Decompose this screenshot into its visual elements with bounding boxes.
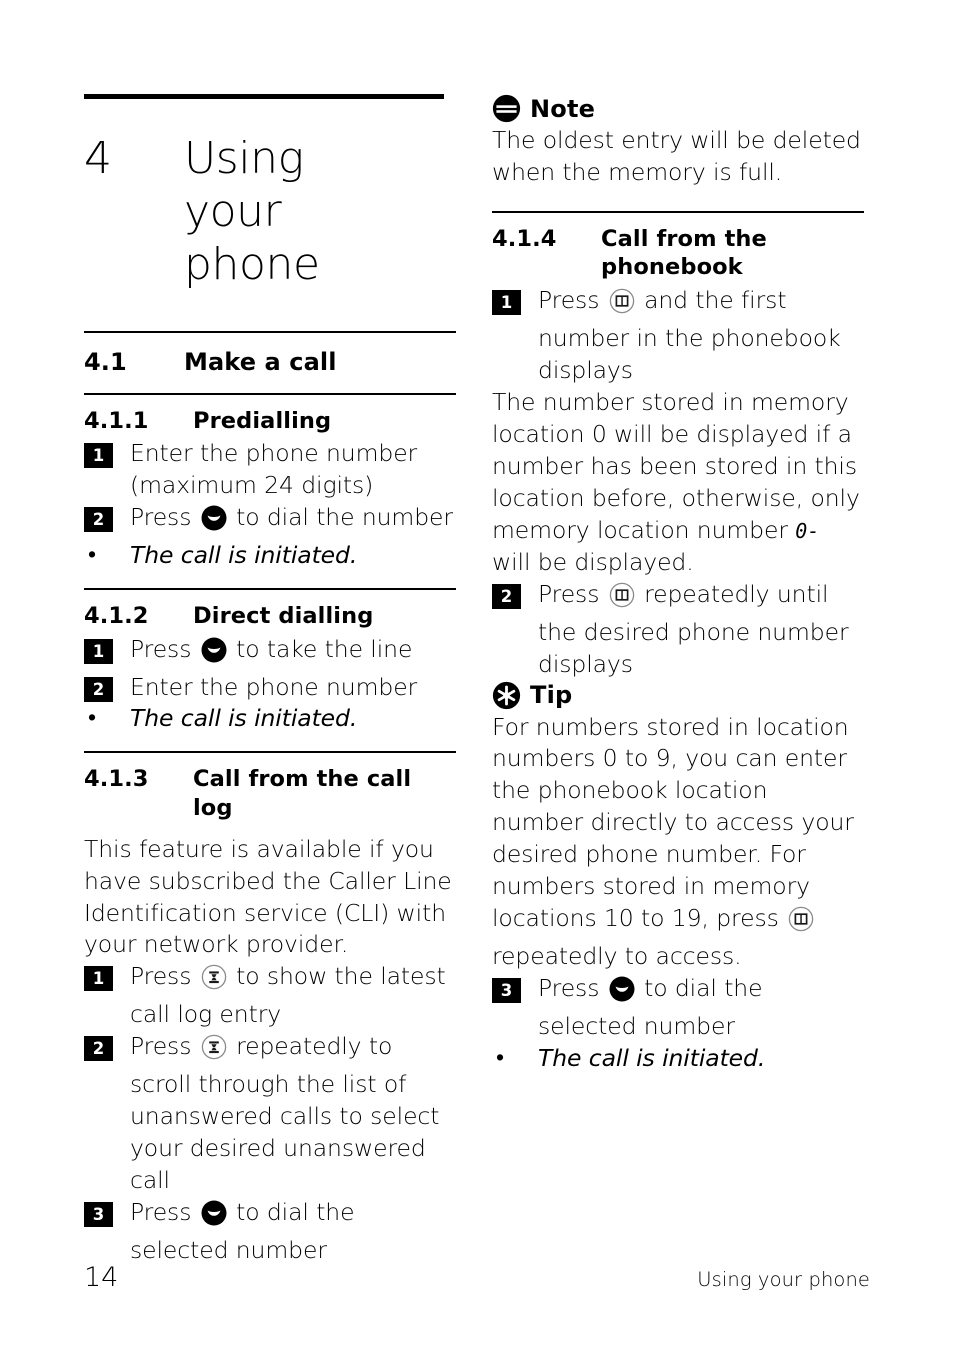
phonebook-key-icon [609,288,635,323]
phonebook-key-icon [609,582,635,617]
bullet-dot: • [88,705,96,732]
step-text-before: Press [538,286,607,315]
bullet-text: The call is initiated. [130,541,358,570]
memory-location-paragraph: The number stored in memory location 0 w… [492,387,864,579]
step-text: Press to dial the selected number [130,1197,456,1267]
note-icon [492,94,521,123]
section-title-4-1-1: Predialling [193,407,332,434]
bullet-item: • The call is initiated. [84,703,456,735]
step-text: Press to dial the number [130,502,456,540]
step-text: Enter the phone number [130,672,418,701]
tip-icon [492,681,521,710]
step-badge: 2 [84,676,113,702]
bullet-dot: • [88,542,96,569]
step-text-before: Press [538,579,607,608]
section-number-4-1-2: 4.1.2 [84,602,149,629]
chapter-number: 4 [84,133,112,184]
section-heading-4-1: 4.1 Make a call [84,333,456,393]
step-badge: 3 [492,978,521,1004]
step-text-after: to take the line [228,634,413,663]
step-text: Press repeatedly to scroll through the l… [130,1031,456,1197]
step-item: 1 Press and the first number in the phon… [492,285,864,387]
step-badge: 1 [84,638,113,664]
step-badge: 2 [84,1036,113,1062]
manual-page: 4 Using your phone 4.1 Make a call 4.1.1… [0,0,954,1350]
talk-button-icon [201,1200,227,1235]
page-number: 14 [84,1262,119,1293]
step-item: 2 Press repeatedly until the desired pho… [492,579,864,681]
note-text: The oldest entry will be deleted when th… [492,126,861,186]
bullet-item: • The call is initiated. [84,540,456,572]
talk-button-icon [201,505,227,540]
right-column: Note The oldest entry will be deleted wh… [492,94,864,1075]
section-heading-4-1-3: 4.1.3 Call from the call log [84,753,456,826]
bullet-item: • The call is initiated. [492,1043,864,1075]
chapter-title: Using your phone [184,133,320,290]
section-heading-4-1-4: 4.1.4 Call from the phonebook [492,213,864,286]
section-title-4-1-3: Call from the call log [193,766,412,821]
section-heading-4-1-1: 4.1.1 Predialling [84,395,456,439]
section-number-4-1-1: 4.1.1 [84,407,149,434]
talk-button-icon [609,976,635,1011]
running-head: Using your phone [697,1268,870,1291]
step-text-before: Press [538,974,607,1003]
step-item: 2 Press repeatedly to scroll through the… [84,1031,456,1197]
section-title-4-1-2: Direct dialling [193,602,374,629]
lcd-display-glyph: 0- [795,518,820,543]
section-number-4-1-4: 4.1.4 [492,225,557,252]
bullet-text: The call is initiated. [130,704,358,733]
step-text-before: Press [130,1032,199,1061]
tip-text-after: repeatedly to access. [492,942,742,971]
call-log-key-icon [201,1034,227,1069]
step-item: 2 Enter the phone number [84,672,456,704]
step-text: Press to show the latest call log entry [130,961,456,1031]
step-badge: 2 [84,507,113,533]
step-text: Press to dial the selected number [538,973,864,1043]
talk-button-icon [201,637,227,672]
tip-label: Tip [530,681,573,710]
chapter-heading: 4 Using your phone [84,133,456,291]
step-badge: 1 [84,443,113,469]
step-item: 3 Press to dial the selected number [492,973,864,1043]
step-item: 3 Press to dial the selected number [84,1197,456,1267]
tip-callout-heading: Tip [492,681,864,710]
step-text: Press to take the line [130,634,456,672]
note-callout-heading: Note [492,94,864,123]
step-badge: 1 [492,290,521,316]
memory-paragraph-after: will be displayed. [492,547,694,576]
step-item: 2 Press to dial the number [84,502,456,540]
section-title-4-1: Make a call [184,347,337,376]
step-text-before: Press [130,962,199,991]
tip-text: For numbers stored in location numbers 0… [492,712,864,974]
page-footer: 14 Using your phone [84,1262,870,1293]
tip-text-before: For numbers stored in location numbers 0… [492,712,854,933]
section-number-4-1: 4.1 [84,347,127,376]
step-badge: 2 [492,583,521,609]
note-label: Note [530,94,596,123]
step-item: 1 Press to take the line [84,634,456,672]
section-heading-4-1-2: 4.1.2 Direct dialling [84,590,456,634]
step-badge: 3 [84,1202,113,1228]
step-text-before: Press [130,634,199,663]
step-text-before: Press [130,1198,199,1227]
step-text-after: to dial the number [228,503,453,532]
bullet-text: The call is initiated. [538,1044,766,1073]
step-text: Press and the first number in the phoneb… [538,285,864,387]
section-413-intro: This feature is available if you have su… [84,834,452,959]
step-text: Enter the phone number (maximum 24 digit… [130,439,418,500]
step-item: 1 Press to show the latest call log entr… [84,961,456,1031]
section-number-4-1-3: 4.1.3 [84,766,149,793]
call-log-key-icon [201,964,227,999]
step-badge: 1 [84,966,113,992]
section-title-4-1-4: Call from the phonebook [601,225,767,281]
step-text-before: Press [130,503,199,532]
step-item: 1 Enter the phone number (maximum 24 dig… [84,438,456,502]
phonebook-key-icon [788,906,814,941]
bullet-dot: • [496,1045,504,1072]
chapter-top-rule [84,94,444,99]
step-text: Press repeatedly until the desired phone… [538,579,864,681]
left-column: 4 Using your phone 4.1 Make a call 4.1.1… [84,94,456,1267]
